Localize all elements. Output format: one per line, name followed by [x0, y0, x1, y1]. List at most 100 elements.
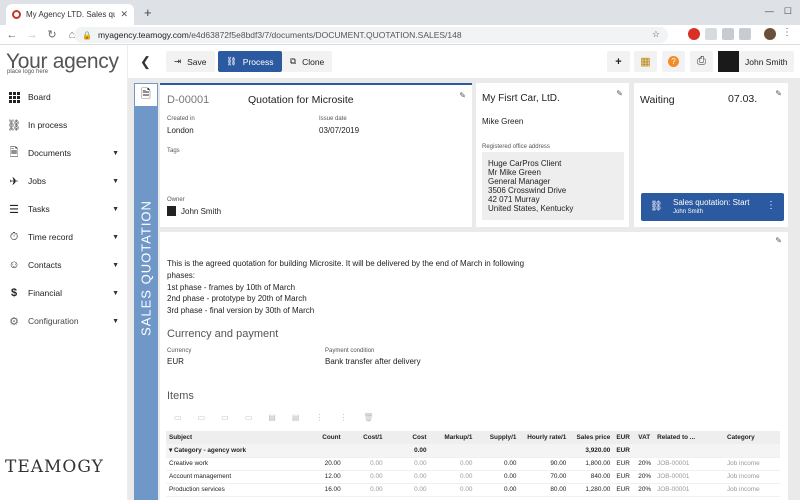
browser-tab[interactable]: My Agency LTD. Sales quotatio ✕ [6, 4, 134, 25]
url-host: myagency.teamogy.com [97, 30, 189, 40]
table-row[interactable]: Production services 16.00 0.00 0.00 0.00… [166, 483, 780, 497]
column-header[interactable]: Markup/1 [429, 431, 476, 444]
insert-icon[interactable]: ▤ [292, 413, 300, 422]
save-button[interactable]: ⇥ Save [166, 51, 215, 72]
item-count: 16.00 [305, 483, 344, 497]
description-line: 2nd phase - prototype by 20th of March [167, 294, 307, 304]
item-count: 12.00 [305, 470, 344, 484]
notes-button[interactable]: ▦ [634, 51, 657, 72]
insert-icon[interactable]: ▤ [268, 413, 276, 422]
more-options-icon[interactable]: ⋮ [766, 200, 776, 211]
category-row[interactable]: ▾ Category - agency work 0.00 3,920.00 E… [166, 444, 780, 458]
sidebar-item-configuration[interactable]: ⚙ Configuration ▼ [0, 310, 128, 332]
sidebar-item-financial[interactable]: $ Financial ▼ [0, 282, 128, 304]
more-options-icon[interactable]: ⋮ [315, 413, 323, 422]
tab-title: My Agency LTD. Sales quotatio [26, 10, 116, 19]
browser-menu-icon[interactable]: ⋮ [782, 27, 794, 39]
column-header[interactable]: Category [723, 431, 780, 444]
clone-button[interactable]: ⧉ Clone [282, 51, 333, 72]
currency-label: Currency [167, 348, 192, 354]
item-currency: EUR [613, 483, 636, 497]
process-button[interactable]: ⛓ Process [218, 51, 282, 72]
chevron-down-icon: ▼ [112, 261, 119, 269]
profile-avatar-icon[interactable] [764, 28, 776, 40]
sidebar-item-label: Board [28, 92, 51, 102]
forward-arrow-icon[interactable]: → [24, 29, 40, 41]
reload-icon[interactable]: ↻ [44, 28, 60, 41]
column-header[interactable]: Subject [166, 431, 306, 444]
status-label: Waiting [640, 94, 675, 106]
trash-icon[interactable]: 🗑 [363, 413, 373, 422]
close-tab-icon[interactable]: ✕ [120, 9, 128, 20]
extension-icon[interactable] [688, 28, 700, 40]
workflow-icon: ⛓ [650, 201, 663, 212]
item-sales-price: 1,280.00 [569, 483, 614, 497]
sidebar: Your agency place logo here Board ⛓ In p… [0, 45, 128, 500]
item-cost: 0.00 [385, 457, 430, 471]
print-button[interactable]: ⎙ [690, 51, 713, 72]
sidebar-item-documents[interactable]: 🗎 Documents ▼ [0, 142, 128, 164]
align-icon[interactable]: ▭ [198, 413, 206, 422]
more-options-icon[interactable]: ⋮ [339, 413, 347, 422]
table-row[interactable]: Account management 12.00 0.00 0.00 0.00 … [166, 470, 780, 484]
extension-icon[interactable] [705, 28, 717, 40]
extension-icon[interactable] [739, 28, 751, 40]
edit-pencil-icon[interactable]: ✎ [775, 89, 782, 98]
column-header[interactable]: VAT [635, 431, 655, 444]
address-line: General Manager [488, 177, 551, 186]
sidebar-item-jobs[interactable]: ✈ Jobs ▼ [0, 170, 128, 192]
address-line: United States, Kentucky [488, 204, 574, 213]
chevron-down-icon: ▼ [112, 149, 119, 157]
item-cost-per-unit: 0.00 [343, 457, 386, 471]
align-icon[interactable]: ▭ [174, 413, 182, 422]
url-input[interactable]: 🔒 myagency.teamogy.com/e4d63872f5e8bdf3/… [74, 27, 668, 43]
align-icon[interactable]: ▭ [245, 413, 253, 422]
column-header[interactable]: Sales price [569, 431, 614, 444]
item-category: Job income [723, 470, 780, 484]
new-tab-icon[interactable]: + [144, 5, 152, 20]
column-header[interactable]: Cost [385, 431, 430, 444]
address-label: Registered office address [482, 144, 550, 150]
sidebar-item-time-record[interactable]: ⏱ Time record ▼ [0, 226, 128, 248]
created-in-label: Created in [167, 116, 195, 122]
align-icon[interactable]: ▭ [221, 413, 229, 422]
help-button[interactable]: ? [662, 51, 685, 72]
contact-card-icon: ☺ [8, 259, 20, 271]
item-cost: 0.00 [385, 483, 430, 497]
currency-value: EUR [167, 357, 184, 366]
address-line: Mr Mike Green [488, 168, 541, 177]
item-markup: 0.00 [429, 470, 476, 484]
printer-icon: ⎙ [697, 55, 706, 67]
maximize-icon[interactable]: ☐ [784, 6, 792, 17]
edit-pencil-icon[interactable]: ✎ [775, 236, 782, 245]
extension-icon[interactable] [722, 28, 734, 40]
column-header[interactable]: Supply/1 [475, 431, 520, 444]
back-arrow-icon[interactable]: ← [4, 29, 20, 41]
edit-pencil-icon[interactable]: ✎ [616, 89, 623, 98]
user-menu[interactable]: John Smith [718, 51, 794, 72]
item-category: Job income [723, 457, 780, 471]
sidebar-item-contacts[interactable]: ☺ Contacts ▼ [0, 254, 128, 276]
column-header[interactable]: Hourly rate/1 [519, 431, 570, 444]
sidebar-item-tasks[interactable]: ☰ Tasks ▼ [0, 198, 128, 220]
sidebar-item-label: Time record [28, 232, 74, 242]
column-header[interactable]: Count [305, 431, 344, 444]
column-header[interactable]: Cost/1 [343, 431, 386, 444]
bookmark-star-icon[interactable]: ☆ [652, 29, 660, 40]
item-hourly-rate: 70.00 [519, 470, 570, 484]
edit-pencil-icon[interactable]: ✎ [459, 91, 466, 100]
document-title: Quotation for Microsite [248, 94, 354, 106]
column-header[interactable]: EUR [613, 431, 636, 444]
back-chevron-icon[interactable]: ❮ [140, 54, 151, 70]
process-action-button[interactable]: ⛓ Sales quotation: Start John Smith ⋮ [641, 193, 784, 221]
address-box: Huge CarPros Client Mr Mike Green Genera… [482, 152, 624, 220]
add-button[interactable]: + [607, 51, 630, 72]
minimize-icon[interactable]: — [765, 6, 774, 17]
table-row[interactable]: Creative work 20.00 0.00 0.00 0.00 0.00 … [166, 457, 780, 471]
items-table: Subject Count Cost/1 Cost Markup/1 Suppl… [166, 431, 780, 497]
sidebar-item-in-process[interactable]: ⛓ In process [0, 114, 128, 136]
sidebar-item-board[interactable]: Board [0, 86, 128, 108]
client-name: My Fisrt Car, LtD. [482, 93, 560, 104]
column-header[interactable]: Related to ... [654, 431, 724, 444]
owner-avatar [167, 206, 176, 216]
